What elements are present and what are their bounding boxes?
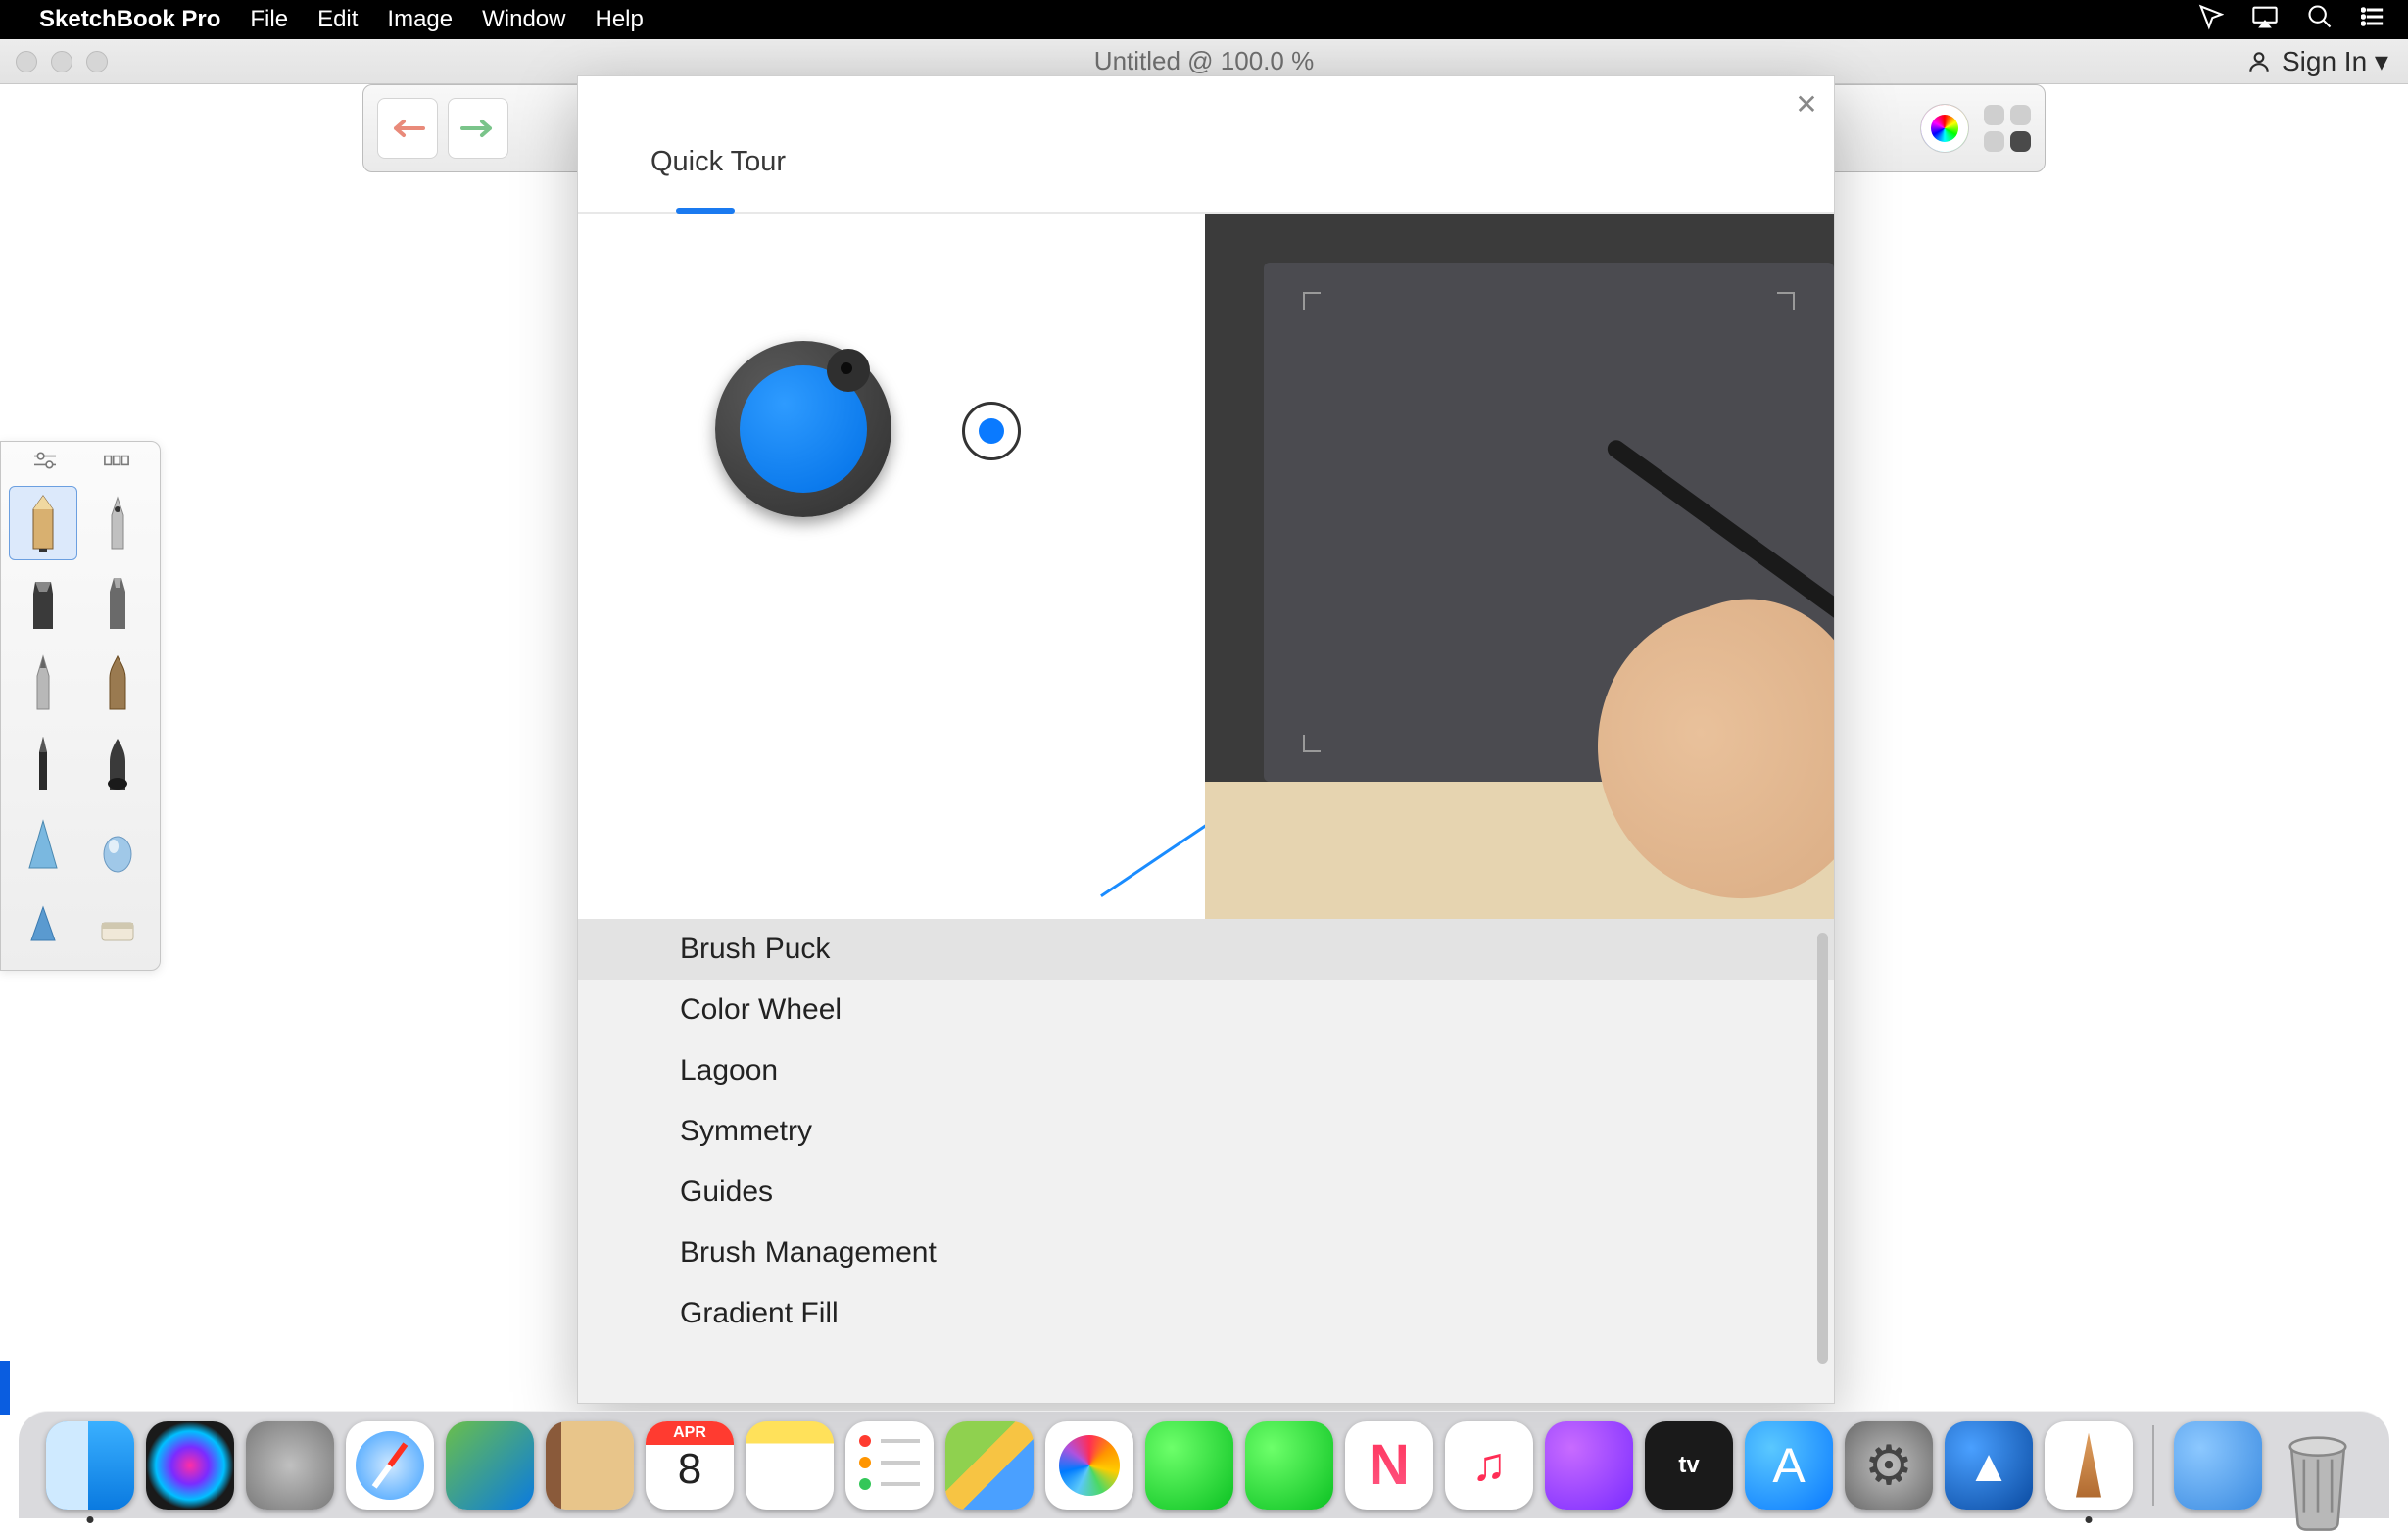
- brush-ballpoint[interactable]: [9, 647, 77, 721]
- topic-symmetry[interactable]: Symmetry: [578, 1101, 1834, 1162]
- menu-list-icon[interactable]: [2361, 3, 2388, 37]
- dock-facetime[interactable]: [1245, 1421, 1333, 1510]
- topic-color-wheel[interactable]: Color Wheel: [578, 980, 1834, 1040]
- dock-sketchbook[interactable]: [2045, 1421, 2133, 1510]
- dock-photos[interactable]: [1045, 1421, 1133, 1510]
- fullscreen-window-button[interactable]: [86, 51, 108, 72]
- minimize-window-button[interactable]: [51, 51, 72, 72]
- color-wheel-button[interactable]: [1921, 105, 1968, 152]
- calendar-month: APR: [646, 1421, 734, 1445]
- dock-messages[interactable]: [1145, 1421, 1233, 1510]
- dock-contacts[interactable]: [546, 1421, 634, 1510]
- canvas-blue-edge: [0, 1361, 10, 1415]
- brush-eraser[interactable]: [83, 888, 152, 962]
- screen-mirror-icon[interactable]: [2251, 3, 2279, 37]
- brush-felt-pen[interactable]: [83, 566, 152, 641]
- dock-downloads[interactable]: [2174, 1421, 2262, 1510]
- brush-airbrush-fine[interactable]: [9, 888, 77, 962]
- sign-in-button[interactable]: Sign In ▾: [2246, 45, 2388, 77]
- quick-tour-preview: [578, 214, 1834, 919]
- close-window-button[interactable]: [16, 51, 37, 72]
- document-title: Untitled @ 100.0 %: [1094, 46, 1314, 76]
- brush-brush-pen[interactable]: [83, 647, 152, 721]
- menu-window[interactable]: Window: [482, 6, 565, 33]
- topic-brush-management[interactable]: Brush Management: [578, 1223, 1834, 1283]
- menu-help[interactable]: Help: [595, 6, 643, 33]
- brush-technical-pen[interactable]: [83, 486, 152, 560]
- topic-guides[interactable]: Guides: [578, 1162, 1834, 1223]
- macos-menubar: SketchBook Pro File Edit Image Window He…: [0, 0, 2408, 39]
- quick-tour-modal: ✕ Quick Tour Brush Puck Color Wheel Lago…: [577, 75, 1835, 1404]
- sign-in-label: Sign In ▾: [2282, 45, 2388, 77]
- brush-paint-hard[interactable]: [83, 807, 152, 882]
- macos-dock: APR 8 tv: [19, 1411, 2389, 1518]
- brush-palette: [0, 441, 161, 971]
- quick-tour-title: Quick Tour: [650, 146, 786, 178]
- menu-file[interactable]: File: [250, 6, 288, 33]
- dock-affinity[interactable]: [1945, 1421, 2033, 1510]
- app-name[interactable]: SketchBook Pro: [39, 6, 220, 33]
- calendar-day: 8: [678, 1445, 701, 1494]
- dock-separator: [2152, 1425, 2154, 1506]
- brush-nib-pen[interactable]: [83, 727, 152, 801]
- topic-brush-puck[interactable]: Brush Puck: [578, 919, 1834, 980]
- brush-paint-soft[interactable]: [9, 807, 77, 882]
- sliders-icon[interactable]: [31, 450, 59, 476]
- dock-launchpad[interactable]: [246, 1421, 334, 1510]
- dock-podcasts[interactable]: [1545, 1421, 1633, 1510]
- preview-video: [1205, 214, 1834, 919]
- topic-gradient-fill[interactable]: Gradient Fill: [578, 1283, 1834, 1344]
- dock-reminders[interactable]: [845, 1421, 934, 1510]
- menu-edit[interactable]: Edit: [317, 6, 358, 33]
- traffic-lights[interactable]: [16, 51, 108, 72]
- dock-appstore[interactable]: [1745, 1421, 1833, 1510]
- quick-tour-topic-list[interactable]: Brush Puck Color Wheel Lagoon Symmetry G…: [578, 919, 1834, 1403]
- grid-icon[interactable]: [103, 450, 130, 476]
- brush-size-indicator: [962, 402, 1021, 460]
- dock-safari[interactable]: [346, 1421, 434, 1510]
- dock-notes[interactable]: [746, 1421, 834, 1510]
- stroke-line: [1100, 818, 1216, 897]
- dock-preview[interactable]: [446, 1421, 534, 1510]
- redo-button[interactable]: [448, 98, 508, 159]
- undo-button[interactable]: [377, 98, 438, 159]
- hand-with-pen: [1501, 488, 1834, 899]
- menu-image[interactable]: Image: [387, 6, 453, 33]
- topic-lagoon[interactable]: Lagoon: [578, 1040, 1834, 1101]
- brush-chisel-marker[interactable]: [9, 566, 77, 641]
- dock-news[interactable]: [1345, 1421, 1433, 1510]
- brush-puck-graphic: [715, 341, 891, 517]
- dock-system-preferences[interactable]: [1845, 1421, 1933, 1510]
- dock-calendar[interactable]: APR 8: [646, 1421, 734, 1510]
- dock-trash[interactable]: [2274, 1421, 2362, 1510]
- dock-music[interactable]: [1445, 1421, 1533, 1510]
- dock-maps[interactable]: [945, 1421, 1034, 1510]
- brush-pencil[interactable]: [9, 486, 77, 560]
- dock-siri[interactable]: [146, 1421, 234, 1510]
- spotlight-icon[interactable]: [2306, 3, 2334, 37]
- dock-finder[interactable]: [46, 1421, 134, 1510]
- panels-toggle-button[interactable]: [1984, 105, 2031, 152]
- cursor-icon[interactable]: [2196, 3, 2224, 37]
- topic-scrollbar[interactable]: [1817, 933, 1828, 1364]
- brush-inking-pen[interactable]: [9, 727, 77, 801]
- dock-tv[interactable]: tv: [1645, 1421, 1733, 1510]
- preview-illustration: [578, 214, 1205, 919]
